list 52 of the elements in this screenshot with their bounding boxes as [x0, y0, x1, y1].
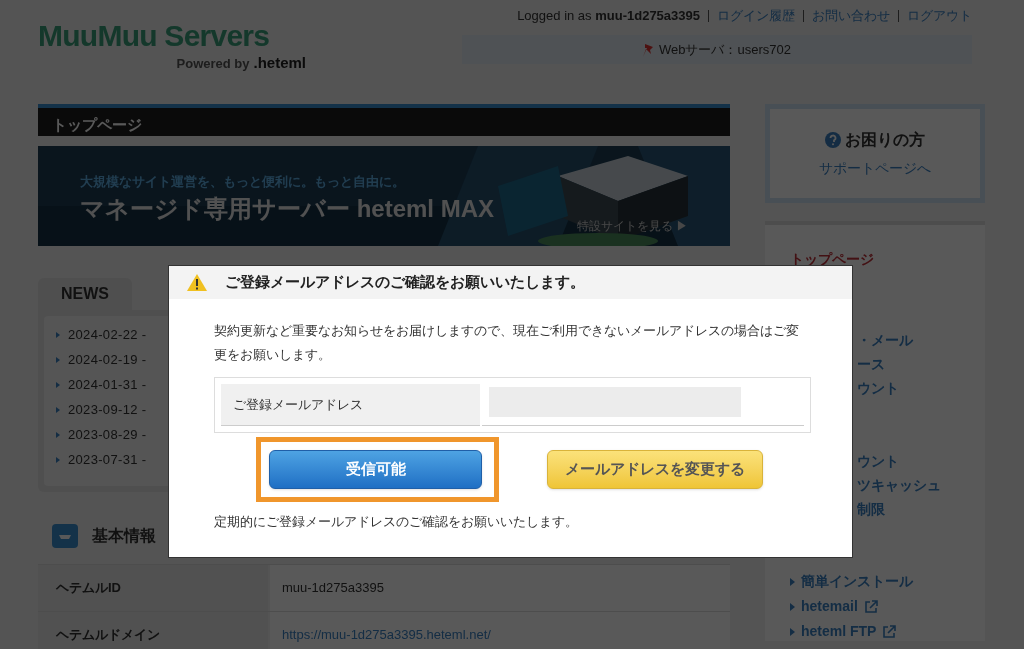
modal-message: 契約更新など重要なお知らせをお届けしますので、現在ご利用できないメールアドレスの場合はご変更をお願いします。: [214, 322, 799, 364]
help-title: お困りの方: [845, 130, 925, 150]
support-link[interactable]: サポートページへ: [819, 158, 931, 179]
logo-title: MuuMuu Servers: [38, 20, 270, 52]
bullet-icon: [56, 332, 60, 338]
logged-in-text: Logged in as muu-1d275a3395: [517, 7, 700, 26]
change-email-button[interactable]: メールアドレスを変更する: [547, 450, 763, 489]
nav-link[interactable]: 制限: [857, 499, 985, 519]
banner-headline: マネージド専用サーバー heteml MAX: [80, 194, 495, 224]
nav-link[interactable]: ツキャッシュ: [857, 475, 985, 495]
help-icon: [825, 132, 841, 148]
news-date[interactable]: 2023-07-31 -: [68, 450, 147, 470]
tool-link[interactable]: 簡単インストール: [801, 571, 913, 592]
bullet-icon: [790, 627, 795, 636]
external-link-icon: [863, 599, 878, 614]
news-tab[interactable]: NEWS: [38, 278, 132, 310]
bullet-icon: [56, 432, 60, 438]
news-date[interactable]: 2023-09-12 -: [68, 400, 147, 420]
nav-link[interactable]: ース: [857, 354, 985, 374]
nav-link[interactable]: ・メール: [857, 330, 985, 350]
modal-footer-text: 定期的にご登録メールアドレスのご確認をお願いいたします。: [214, 513, 579, 531]
bullet-icon: [56, 357, 60, 363]
tool-link[interactable]: heteml FTP: [801, 621, 877, 642]
email-label: ご登録メールアドレス: [221, 384, 480, 426]
header-link[interactable]: ログイン履歴: [717, 6, 795, 26]
receive-button[interactable]: 受信可能: [269, 450, 482, 489]
news-date[interactable]: 2024-02-22 -: [68, 325, 147, 345]
header-link[interactable]: お問い合わせ: [812, 6, 890, 26]
news-date[interactable]: 2024-02-19 -: [68, 350, 147, 370]
bullet-icon: [790, 577, 795, 586]
bullet-icon: [790, 602, 795, 611]
separator: [708, 10, 709, 22]
brand-text: .heteml: [253, 53, 306, 73]
bullet-icon: [56, 382, 60, 388]
news-date[interactable]: 2023-08-29 -: [68, 425, 147, 445]
warning-icon: [187, 274, 207, 291]
page-title-bar: トップページ: [38, 104, 730, 136]
pin-icon: [643, 42, 655, 57]
modal-title: ご登録メールアドレスのご確認をお願いいたします。: [225, 272, 585, 293]
nav-link[interactable]: ウント: [857, 451, 985, 471]
nav-link[interactable]: ウント: [857, 378, 985, 398]
domain-link[interactable]: https://muu-1d275a3395.heteml.net/: [270, 612, 730, 649]
section-title: 基本情報: [92, 526, 156, 546]
bullet-icon: [56, 407, 60, 413]
separator: [898, 10, 899, 22]
info-value: muu-1d275a3395: [270, 565, 730, 611]
separator: [803, 10, 804, 22]
info-icon: [52, 524, 78, 548]
tool-link[interactable]: hetemail: [801, 596, 858, 617]
external-link-icon: [882, 624, 897, 639]
bullet-icon: [56, 457, 60, 463]
news-date[interactable]: 2024-01-31 -: [68, 375, 147, 395]
